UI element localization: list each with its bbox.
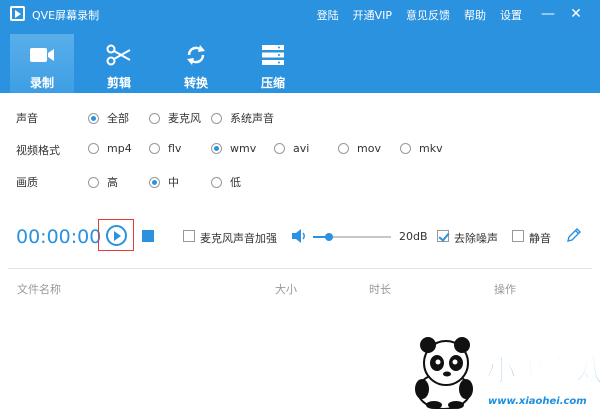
radio-dot [400,143,411,154]
mic-boost-label: 麦克风声音加强 [200,232,277,245]
volume-slider-thumb[interactable] [324,233,333,241]
record-timer: 00:00:00 [16,226,102,248]
video-camera-icon [30,48,54,62]
scissors-icon [106,44,131,66]
volume-slider[interactable] [313,233,391,241]
quality-options: 画质 高 中 低 [16,173,596,191]
play-highlight-box [98,219,134,251]
audio-label: 声音 [16,112,38,125]
mic-boost-checkbox[interactable] [183,230,195,242]
menu-vip[interactable]: 开通VIP [353,7,392,23]
panda-mascot-icon [415,337,473,409]
radio-dot [88,112,99,124]
tab-label: 转换 [183,76,208,90]
radio-dot [274,143,285,154]
top-menu: 登陆 开通VIP 意见反馈 帮助 设置 [317,7,522,23]
minimize-icon[interactable]: — [538,4,558,24]
tab-label: 压缩 [260,76,285,90]
radio-quality-high[interactable]: 高 [88,174,118,190]
radio-dot [88,143,99,154]
tab-label: 录制 [29,76,54,90]
mute-checkbox[interactable] [512,230,524,242]
main-tabs: 录制 剪辑 转换 压缩 [10,34,318,93]
menu-login[interactable]: 登陆 [317,7,339,23]
radio-format-avi[interactable]: avi [274,142,309,155]
radio-dot [88,176,99,188]
menu-feedback[interactable]: 意见反馈 [406,7,450,23]
list-divider [8,268,592,269]
watermark-logo: 小黑游戏 www.xiaohei.com [415,337,600,409]
radio-format-flv[interactable]: flv [149,142,181,155]
radio-audio-mic[interactable]: 麦克风 [149,110,201,126]
tab-convert[interactable]: 转换 [164,34,228,93]
radio-format-wmv[interactable]: wmv [211,142,256,155]
watermark-brand: 小黑游戏 [486,354,600,389]
watermark-url: www.xiaohei.com [488,396,587,407]
speaker-icon[interactable] [292,228,306,244]
tab-edit[interactable]: 剪辑 [87,34,151,93]
radio-quality-low[interactable]: 低 [211,174,241,190]
quality-label: 画质 [16,176,38,189]
col-actions: 操作 [494,283,516,296]
tab-label: 剪辑 [106,76,131,90]
radio-dot [149,176,160,188]
close-icon[interactable]: ✕ [566,4,586,24]
volume-value: 20dB [399,230,428,243]
format-options: 视频格式 mp4 flv wmv avi mov mkv [16,141,596,159]
denoise-label: 去除噪声 [454,232,498,245]
radio-quality-medium[interactable]: 中 [149,174,179,190]
col-file-name: 文件名称 [17,283,61,296]
denoise-checkbox[interactable] [437,230,449,242]
format-label: 视频格式 [16,144,60,157]
col-duration: 时长 [369,283,391,296]
radio-dot [211,112,222,124]
pencil-icon[interactable] [566,227,582,243]
header: QVE屏幕录制 登陆 开通VIP 意见反馈 帮助 设置 — ✕ 录制 剪辑 转换… [0,0,600,93]
title-bar: QVE屏幕录制 登陆 开通VIP 意见反馈 帮助 设置 — ✕ [0,0,600,28]
compress-icon [262,45,284,65]
radio-format-mov[interactable]: mov [338,142,381,155]
radio-dot [149,112,160,124]
menu-help[interactable]: 帮助 [464,7,486,23]
menu-settings[interactable]: 设置 [500,7,522,23]
radio-audio-system[interactable]: 系统声音 [211,110,274,126]
radio-dot [338,143,349,154]
radio-format-mkv[interactable]: mkv [400,142,443,155]
audio-options: 声音 全部 麦克风 系统声音 [16,109,596,127]
app-logo-icon [10,6,25,21]
mute-label: 静音 [529,232,551,245]
col-size: 大小 [275,283,297,296]
stop-record-button[interactable] [142,230,154,242]
convert-icon [187,45,205,65]
radio-dot [211,143,222,154]
radio-dot [211,176,222,188]
radio-dot [149,143,160,154]
radio-format-mp4[interactable]: mp4 [88,142,132,155]
app-title: QVE屏幕录制 [32,9,100,22]
tab-compress[interactable]: 压缩 [241,34,305,93]
tab-record[interactable]: 录制 [10,34,74,93]
radio-audio-all[interactable]: 全部 [88,110,129,126]
start-record-button[interactable] [106,225,127,246]
